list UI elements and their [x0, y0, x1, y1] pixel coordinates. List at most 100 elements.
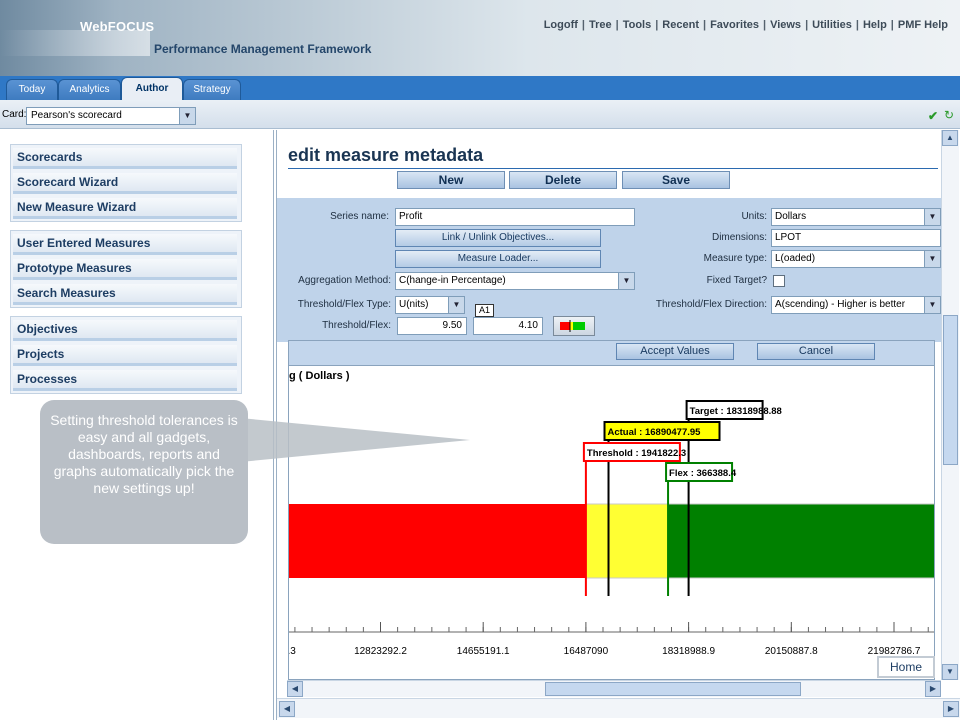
- tab-analytics[interactable]: Analytics: [58, 79, 121, 100]
- direction-label: Threshold/Flex Direction:: [655, 299, 767, 310]
- card-select[interactable]: Pearson's scorecard ▼: [26, 107, 196, 125]
- measure-type-select[interactable]: L(oaded) ▼: [771, 250, 941, 268]
- measure-type-label: Measure type:: [703, 253, 767, 264]
- tick-label: 20150887.8: [765, 646, 818, 657]
- tab-author[interactable]: Author: [121, 77, 183, 100]
- chevron-down-icon[interactable]: ▼: [924, 297, 940, 313]
- topnav-tools-link[interactable]: Tools: [623, 19, 652, 31]
- dimensions-input[interactable]: LPOT: [771, 229, 941, 247]
- menu-group-objectives: Objectives Projects Processes: [10, 316, 242, 394]
- threshold-value-input[interactable]: 9.50: [397, 317, 467, 335]
- sidebar-item-scorecards[interactable]: Scorecards: [13, 148, 237, 169]
- flex-value-input[interactable]: 4.10: [473, 317, 543, 335]
- topnav-recent-link[interactable]: Recent: [662, 19, 699, 31]
- fixed-target-checkbox[interactable]: [773, 275, 785, 287]
- tick-label: 18318988.9: [662, 646, 715, 657]
- new-button[interactable]: New: [397, 171, 505, 189]
- topnav-logoff-link[interactable]: Logoff: [544, 19, 578, 31]
- topnav-pmf-help-link[interactable]: PMF Help: [898, 19, 948, 31]
- link-unlink-objectives-button[interactable]: Link / Unlink Objectives...: [395, 229, 601, 247]
- delete-button[interactable]: Delete: [509, 171, 617, 189]
- nav-separator: |: [655, 19, 659, 31]
- tick-label: 16487090: [564, 646, 609, 657]
- direction-select[interactable]: A(scending) - Higher is better ▼: [771, 296, 941, 314]
- marker-label-1: Actual : 16890477.95: [608, 427, 702, 438]
- units-select[interactable]: Dollars ▼: [771, 208, 941, 226]
- direction-value: A(scending) - Higher is better: [775, 299, 906, 310]
- save-button[interactable]: Save: [622, 171, 730, 189]
- chevron-down-icon[interactable]: ▼: [924, 251, 940, 267]
- outer-horizontal-scrollbar[interactable]: ◀ ▶: [277, 698, 960, 718]
- refresh-icon[interactable]: ↻: [944, 108, 954, 122]
- band-green: [668, 504, 934, 578]
- aggregation-value: C(hange-in Percentage): [399, 275, 506, 286]
- nav-separator: |: [615, 19, 619, 31]
- scroll-up-icon[interactable]: ▲: [942, 130, 958, 146]
- marker-label-0: Target : 18318988.88: [690, 406, 782, 417]
- tab-strategy[interactable]: Strategy: [183, 79, 241, 100]
- scroll-left-icon[interactable]: ◀: [279, 701, 295, 717]
- series-name-input[interactable]: Profit: [395, 208, 635, 226]
- accept-values-button[interactable]: Accept Values: [616, 343, 734, 360]
- fixed-target-label: Fixed Target?: [706, 275, 767, 286]
- scroll-right-icon[interactable]: ▶: [943, 701, 959, 717]
- tip-callout: Setting threshold tolerances is easy and…: [40, 400, 248, 544]
- topnav-views-link[interactable]: Views: [770, 19, 801, 31]
- sidebar-item-search-measures[interactable]: Search Measures: [13, 284, 237, 305]
- measure-loader-button[interactable]: Measure Loader...: [395, 250, 601, 268]
- band-yellow: [585, 504, 669, 578]
- page-title: edit measure metadata: [288, 145, 484, 165]
- cancel-button[interactable]: Cancel: [757, 343, 875, 360]
- sidebar-item-projects[interactable]: Projects: [13, 345, 237, 366]
- title-divider: [288, 168, 938, 169]
- chevron-down-icon[interactable]: ▼: [448, 297, 464, 313]
- chevron-down-icon[interactable]: ▼: [618, 273, 634, 289]
- scroll-left-icon[interactable]: ◀: [287, 681, 303, 697]
- chevron-down-icon[interactable]: ▼: [924, 209, 940, 225]
- sidebar-item-new-measure-wizard[interactable]: New Measure Wizard: [13, 198, 237, 219]
- tick-label: 12823292.2: [354, 646, 407, 657]
- a1-tag: A1: [475, 304, 495, 317]
- band-red: [289, 504, 586, 578]
- aggregation-select[interactable]: C(hange-in Percentage) ▼: [395, 272, 635, 290]
- sidebar-item-processes[interactable]: Processes: [13, 370, 237, 391]
- threshold-type-select[interactable]: U(nits) ▼: [395, 296, 465, 314]
- scroll-down-icon[interactable]: ▼: [942, 664, 958, 680]
- units-label: Units:: [741, 211, 767, 222]
- sidebar-item-prototype-measures[interactable]: Prototype Measures: [13, 259, 237, 280]
- chart-toolbar: Accept Values Cancel: [289, 341, 934, 366]
- sidebar-item-objectives[interactable]: Objectives: [13, 320, 237, 341]
- horizontal-scrollbar[interactable]: ◀ ▶: [287, 680, 941, 697]
- threshold-legend-button[interactable]: [553, 316, 595, 336]
- vertical-scroll-thumb[interactable]: [943, 315, 958, 465]
- sidebar-item-scorecard-wizard[interactable]: Scorecard Wizard: [13, 173, 237, 194]
- chart-title: g ( Dollars ): [289, 370, 350, 382]
- topnav-help-link[interactable]: Help: [863, 19, 887, 31]
- dimensions-label: Dimensions:: [711, 232, 767, 243]
- nav-separator: |: [702, 19, 707, 31]
- check-icon[interactable]: ✔: [928, 109, 938, 123]
- measure-type-value: L(oaded): [775, 253, 816, 264]
- marker-label-2: Threshold : 1941822.3: [587, 448, 686, 459]
- topnav-utilities-link[interactable]: Utilities: [812, 19, 852, 31]
- home-button[interactable]: Home: [877, 656, 935, 678]
- horizontal-scroll-thumb[interactable]: [545, 682, 801, 696]
- callout-pointer: [240, 418, 470, 462]
- topnav-tree-link[interactable]: Tree: [589, 19, 612, 31]
- traffic-light-icon: [560, 320, 585, 332]
- top-navigation: Logoff | Tree | Tools | Recent | Favorites | Views…: [544, 19, 948, 31]
- app-header: WebFOCUS Performance Management Framewor…: [0, 0, 960, 76]
- threshold-type-label: Threshold/Flex Type:: [297, 299, 391, 310]
- threshold-type-value: U(nits): [399, 299, 429, 310]
- nav-separator: |: [581, 19, 585, 31]
- scroll-right-icon[interactable]: ▶: [925, 681, 941, 697]
- nav-separator: |: [855, 19, 859, 31]
- tab-today[interactable]: Today: [6, 79, 58, 100]
- chevron-down-icon[interactable]: ▼: [179, 108, 195, 124]
- sidebar-item-user-entered-measures[interactable]: User Entered Measures: [13, 234, 237, 255]
- threshold-chart[interactable]: g ( Dollars ) Target : 18318988.88 Actual …: [289, 367, 935, 679]
- vertical-scrollbar[interactable]: ▲ ▼: [941, 130, 959, 680]
- topnav-favorites-link[interactable]: Favorites: [710, 19, 759, 31]
- card-select-value: Pearson's scorecard: [31, 110, 122, 121]
- marker-label-3: Flex : 366388.4: [669, 468, 737, 479]
